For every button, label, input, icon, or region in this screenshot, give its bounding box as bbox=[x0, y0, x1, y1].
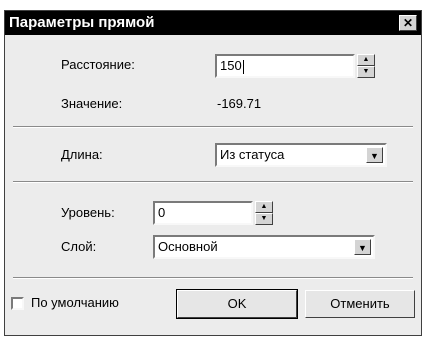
default-checkbox-label[interactable]: По умолчанию bbox=[31, 295, 119, 310]
level-input[interactable]: 0 bbox=[153, 201, 253, 225]
line-parameters-dialog: Параметры прямой ✕ Расстояние: 150 ▲ ▼ З… bbox=[4, 10, 422, 336]
layer-label: Слой: bbox=[61, 239, 97, 254]
dialog-title-bar[interactable]: Параметры прямой ✕ bbox=[5, 11, 421, 35]
layer-combobox[interactable]: Основной ▼ bbox=[153, 235, 375, 259]
chevron-down-icon[interactable]: ▼ bbox=[354, 239, 371, 255]
cancel-button[interactable]: Отменить bbox=[305, 290, 415, 318]
spin-down-icon[interactable]: ▼ bbox=[357, 66, 375, 78]
length-label: Длина: bbox=[61, 147, 103, 162]
distance-input[interactable]: 150 bbox=[215, 54, 355, 78]
level-spinner[interactable]: ▲ ▼ bbox=[255, 201, 273, 225]
value-readout: -169.71 bbox=[217, 96, 262, 111]
length-selected: Из статуса bbox=[220, 147, 285, 162]
spin-down-icon[interactable]: ▼ bbox=[255, 213, 273, 225]
divider-2 bbox=[13, 181, 413, 183]
close-icon: ✕ bbox=[402, 16, 414, 30]
distance-label: Расстояние: bbox=[61, 57, 135, 72]
ok-button[interactable]: OK bbox=[176, 289, 298, 319]
layer-selected: Основной bbox=[158, 239, 218, 254]
level-label: Уровень: bbox=[61, 205, 115, 220]
length-combobox[interactable]: Из статуса ▼ bbox=[215, 143, 387, 167]
value-label: Значение: bbox=[61, 96, 123, 111]
dialog-title: Параметры прямой bbox=[9, 14, 155, 31]
divider-3 bbox=[13, 277, 413, 279]
chevron-down-icon[interactable]: ▼ bbox=[366, 147, 383, 163]
distance-value: 150 bbox=[220, 58, 242, 73]
distance-spinner[interactable]: ▲ ▼ bbox=[357, 54, 375, 78]
text-cursor bbox=[242, 59, 244, 74]
spin-up-icon[interactable]: ▲ bbox=[357, 54, 375, 66]
default-checkbox[interactable] bbox=[11, 297, 24, 310]
spin-up-icon[interactable]: ▲ bbox=[255, 201, 273, 213]
close-button[interactable]: ✕ bbox=[399, 15, 417, 31]
divider-1 bbox=[13, 126, 413, 128]
level-value: 0 bbox=[158, 205, 166, 220]
